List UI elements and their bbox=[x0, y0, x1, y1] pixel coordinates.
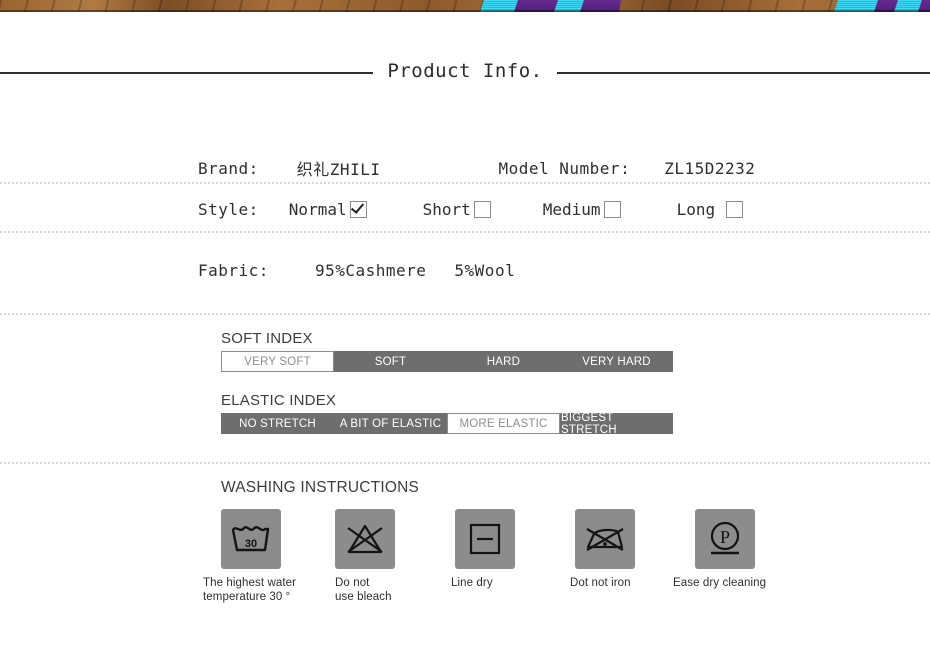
soft-index-block: SOFT INDEX VERY SOFT SOFT HARD VERY HARD bbox=[221, 330, 673, 372]
elastic-index-cell-more-elastic[interactable]: MORE ELASTIC bbox=[447, 413, 560, 434]
brand-value: 织礼ZHILI bbox=[296, 160, 381, 179]
soft-index-cell-very-soft[interactable]: VERY SOFT bbox=[221, 351, 334, 372]
soft-index-heading: SOFT INDEX bbox=[221, 330, 313, 347]
dry-clean-p-icon: P bbox=[710, 521, 740, 555]
elastic-index-cell-no-stretch[interactable]: NO STRETCH bbox=[221, 413, 334, 434]
wash-tub-30-icon: 30 bbox=[231, 526, 270, 552]
section-title-row: Product Info. bbox=[0, 60, 930, 84]
model-number-label: Model Number: bbox=[498, 158, 631, 178]
do-not-iron-tile bbox=[575, 509, 635, 569]
style-option-normal-checkbox[interactable] bbox=[349, 201, 367, 218]
style-label: Style: bbox=[198, 200, 259, 219]
washing-caption-line1: Ease dry cleaning bbox=[673, 577, 767, 589]
washing-caption-line2: use bleach bbox=[335, 590, 392, 603]
style-option-long-checkbox[interactable] bbox=[726, 201, 744, 218]
style-option-short[interactable]: Short bbox=[423, 200, 491, 219]
do-not-iron-icon bbox=[586, 528, 624, 551]
washing-item: Do not use bleach bbox=[335, 509, 427, 604]
washing-item-caption: The highest water temperature 30 ° bbox=[203, 577, 296, 604]
elastic-index-block: ELASTIC INDEX NO STRETCH A BIT OF ELASTI… bbox=[221, 392, 673, 436]
washing-item: 30 The highest water temperature 30 ° bbox=[203, 509, 307, 604]
separator bbox=[0, 182, 930, 184]
washing-caption-line1: The highest water bbox=[203, 577, 297, 589]
style-option-normal-label: Normal bbox=[288, 200, 347, 219]
do-not-bleach-icon bbox=[347, 524, 383, 554]
fabric-value-secondary: 5%Wool bbox=[454, 261, 516, 280]
washing-item-caption: Do not use bleach bbox=[335, 577, 392, 604]
style-option-short-label: Short bbox=[422, 200, 471, 219]
dry-clean-p-tile: P bbox=[695, 509, 755, 569]
title-rule-left bbox=[0, 72, 374, 74]
elastic-index-cell-biggest-stretch[interactable]: BIGGEST STRETCH bbox=[560, 412, 673, 436]
wash-tub-30-tile: 30 bbox=[221, 509, 281, 569]
elastic-index-cell-a-bit-of-elastic[interactable]: A BIT OF ELASTIC bbox=[334, 413, 447, 434]
soft-index-cell-hard[interactable]: HARD bbox=[447, 351, 560, 372]
washing-instructions-heading: WASHING INSTRUCTIONS bbox=[221, 479, 420, 496]
fabric-value-primary: 95%Cashmere bbox=[314, 261, 427, 280]
line-dry-icon bbox=[469, 523, 501, 555]
washing-item-caption: Dot not iron bbox=[570, 577, 631, 591]
washing-instructions-block: WASHING INSTRUCTIONS 30 The highest wate… bbox=[203, 479, 821, 604]
soft-index-bar: VERY SOFT SOFT HARD VERY HARD bbox=[221, 351, 673, 372]
separator bbox=[0, 231, 930, 233]
fabric-label: Fabric: bbox=[198, 261, 269, 280]
style-option-short-checkbox[interactable] bbox=[473, 201, 491, 218]
product-photo-strip bbox=[0, 0, 930, 12]
washing-icon-list: 30 The highest water temperature 30 ° Do… bbox=[203, 509, 821, 604]
washing-item-caption: Ease dry cleaning bbox=[673, 577, 766, 591]
model-number-value: ZL15D2232 bbox=[664, 158, 756, 178]
washing-caption-line1: Do not bbox=[335, 577, 370, 589]
washing-item: P Ease dry cleaning bbox=[673, 509, 805, 591]
soft-index-cell-soft[interactable]: SOFT bbox=[334, 351, 447, 372]
separator bbox=[0, 313, 930, 315]
dry-clean-letter: P bbox=[720, 527, 730, 547]
style-option-medium[interactable]: Medium bbox=[543, 200, 621, 219]
washing-item-caption: Line dry bbox=[451, 577, 493, 591]
separator bbox=[0, 462, 930, 464]
washing-caption-line1: Line dry bbox=[451, 577, 493, 589]
style-row: Style: Normal Short Medium Long bbox=[198, 200, 744, 219]
style-option-long-label: Long bbox=[676, 200, 716, 219]
elastic-index-bar: NO STRETCH A BIT OF ELASTIC MORE ELASTIC… bbox=[221, 412, 673, 436]
do-not-bleach-tile bbox=[335, 509, 395, 569]
line-dry-tile bbox=[455, 509, 515, 569]
style-option-normal[interactable]: Normal bbox=[289, 200, 367, 219]
elastic-index-heading: ELASTIC INDEX bbox=[221, 392, 337, 409]
style-option-medium-checkbox[interactable] bbox=[603, 201, 621, 218]
washing-caption-line2: temperature 30 ° bbox=[203, 590, 291, 603]
page-title: Product Info. bbox=[387, 60, 543, 82]
washing-item: Dot not iron bbox=[570, 509, 667, 591]
strip-shadow bbox=[0, 10, 930, 12]
washing-item: Line dry bbox=[451, 509, 547, 591]
soft-index-cell-very-hard[interactable]: VERY HARD bbox=[560, 351, 673, 372]
wash-tub-temperature: 30 bbox=[245, 538, 257, 550]
style-option-long[interactable]: Long bbox=[677, 200, 744, 219]
brand-label: Brand: bbox=[198, 158, 259, 178]
style-option-medium-label: Medium bbox=[542, 200, 601, 219]
washing-caption-line1: Dot not iron bbox=[570, 577, 631, 589]
title-rule-right bbox=[556, 72, 930, 74]
brand-model-row: Brand: 织礼ZHILI Model Number: ZL15D2232 bbox=[198, 156, 755, 180]
fabric-row: Fabric: 95%Cashmere 5%Wool bbox=[198, 261, 515, 280]
